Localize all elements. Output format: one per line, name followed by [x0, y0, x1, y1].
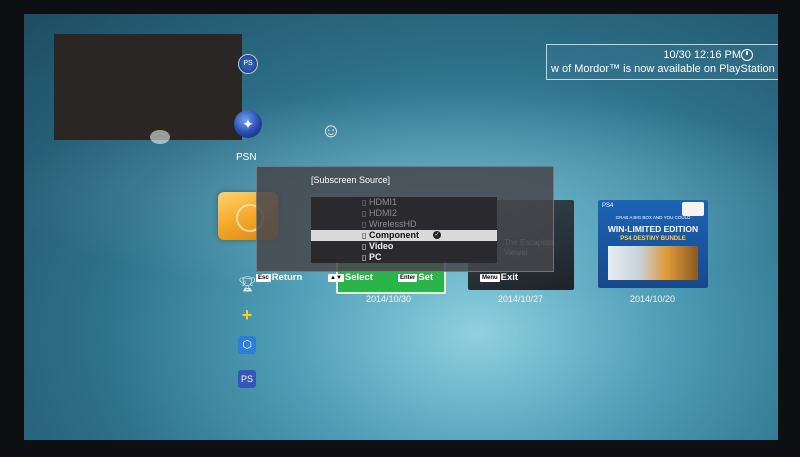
source-mark-icon: ▯	[362, 242, 367, 251]
tile-date: 2014/10/27	[498, 294, 544, 304]
source-mark-icon: ▯	[362, 253, 367, 262]
menu-key: Menu	[480, 274, 500, 282]
source-list: ▯ HDMI1 ▯ HDMI2 ▯ WirelessHD ▯ Component…	[311, 197, 497, 263]
source-mark-icon: ▯	[362, 231, 367, 240]
menu-title: [Subscreen Source]	[311, 175, 391, 185]
arrow-keys: ▲▼	[328, 274, 344, 282]
game-tile-ps4-promo[interactable]: PS4 GRAB A BIG BOX AND YOU COULD WIN-LIM…	[598, 200, 708, 288]
source-option-wirelesshd[interactable]: ▯ WirelessHD	[311, 219, 497, 230]
psn-label: PSN	[236, 152, 257, 163]
menu-footer: Esc Return ▲▼ Select Enter Set Menu Exit	[254, 272, 554, 286]
notification-text: w of Mordor™ is now available on PlaySta…	[551, 63, 775, 75]
playstation-plus-icon[interactable]: +	[238, 306, 256, 324]
source-option-hdmi1[interactable]: ▯ HDMI1	[311, 197, 497, 208]
source-option-hdmi2[interactable]: ▯ HDMI2	[311, 208, 497, 219]
ps4-logo: PS4	[602, 203, 614, 209]
playstation-store-icon[interactable]: ⬡	[238, 336, 256, 354]
clock-icon	[741, 49, 753, 61]
source-mark-icon: ▯	[362, 209, 367, 218]
promo-title: WIN-LIMITED EDITION	[607, 224, 699, 234]
redacted-region	[54, 34, 242, 140]
ps-button-icon[interactable]: PS	[238, 370, 256, 388]
set-label: Set	[418, 272, 434, 283]
return-hint[interactable]: Esc Return	[256, 272, 302, 283]
source-mark-icon: ▯	[362, 198, 367, 207]
return-label: Return	[271, 272, 303, 283]
tv-screen: 10/30 12:16 PM w of Mordor™ is now avail…	[24, 14, 778, 440]
exit-label: Exit	[500, 272, 519, 283]
source-option-pc[interactable]: ▯ PC	[311, 252, 497, 263]
decorative-blob	[150, 130, 170, 144]
friends-icon[interactable]: ☺	[318, 118, 344, 144]
tile-date: 2014/10/20	[630, 294, 676, 304]
source-label: PC	[369, 252, 382, 262]
esc-key: Esc	[256, 274, 271, 282]
source-label: HDMI1	[369, 197, 398, 207]
exit-hint[interactable]: Menu Exit	[480, 272, 518, 283]
source-label: Component	[369, 230, 419, 240]
psn-icon[interactable]: ✦	[234, 110, 262, 138]
source-label: WirelessHD	[369, 219, 417, 229]
ps-network-icon[interactable]: PS	[238, 54, 258, 74]
set-hint[interactable]: Enter Set	[398, 272, 433, 283]
source-label: Video	[369, 241, 394, 251]
tile-date: 2014/10/30	[366, 294, 412, 304]
promo-badge	[682, 202, 704, 216]
clock-time: 10/30 12:16 PM	[663, 49, 741, 61]
source-option-video[interactable]: ▯ Video	[311, 241, 497, 252]
source-label: HDMI2	[369, 208, 398, 218]
select-label: Select	[344, 272, 373, 283]
select-hint[interactable]: ▲▼ Select	[328, 272, 373, 283]
promo-image	[608, 246, 698, 280]
check-icon: ✓	[433, 231, 441, 239]
promo-subtitle: PS4 DESTINY BUNDLE	[620, 236, 686, 242]
enter-key: Enter	[398, 274, 418, 282]
clock-notification: 10/30 12:16 PM w of Mordor™ is now avail…	[546, 44, 778, 80]
source-option-component[interactable]: ▯ Component ✓	[311, 230, 497, 241]
subscreen-source-menu: [Subscreen Source] ▯ HDMI1 ▯ HDMI2 ▯ Wir…	[256, 166, 554, 272]
promo-small-text: GRAB A BIG BOX AND YOU COULD	[615, 215, 691, 220]
source-mark-icon: ▯	[362, 220, 367, 229]
